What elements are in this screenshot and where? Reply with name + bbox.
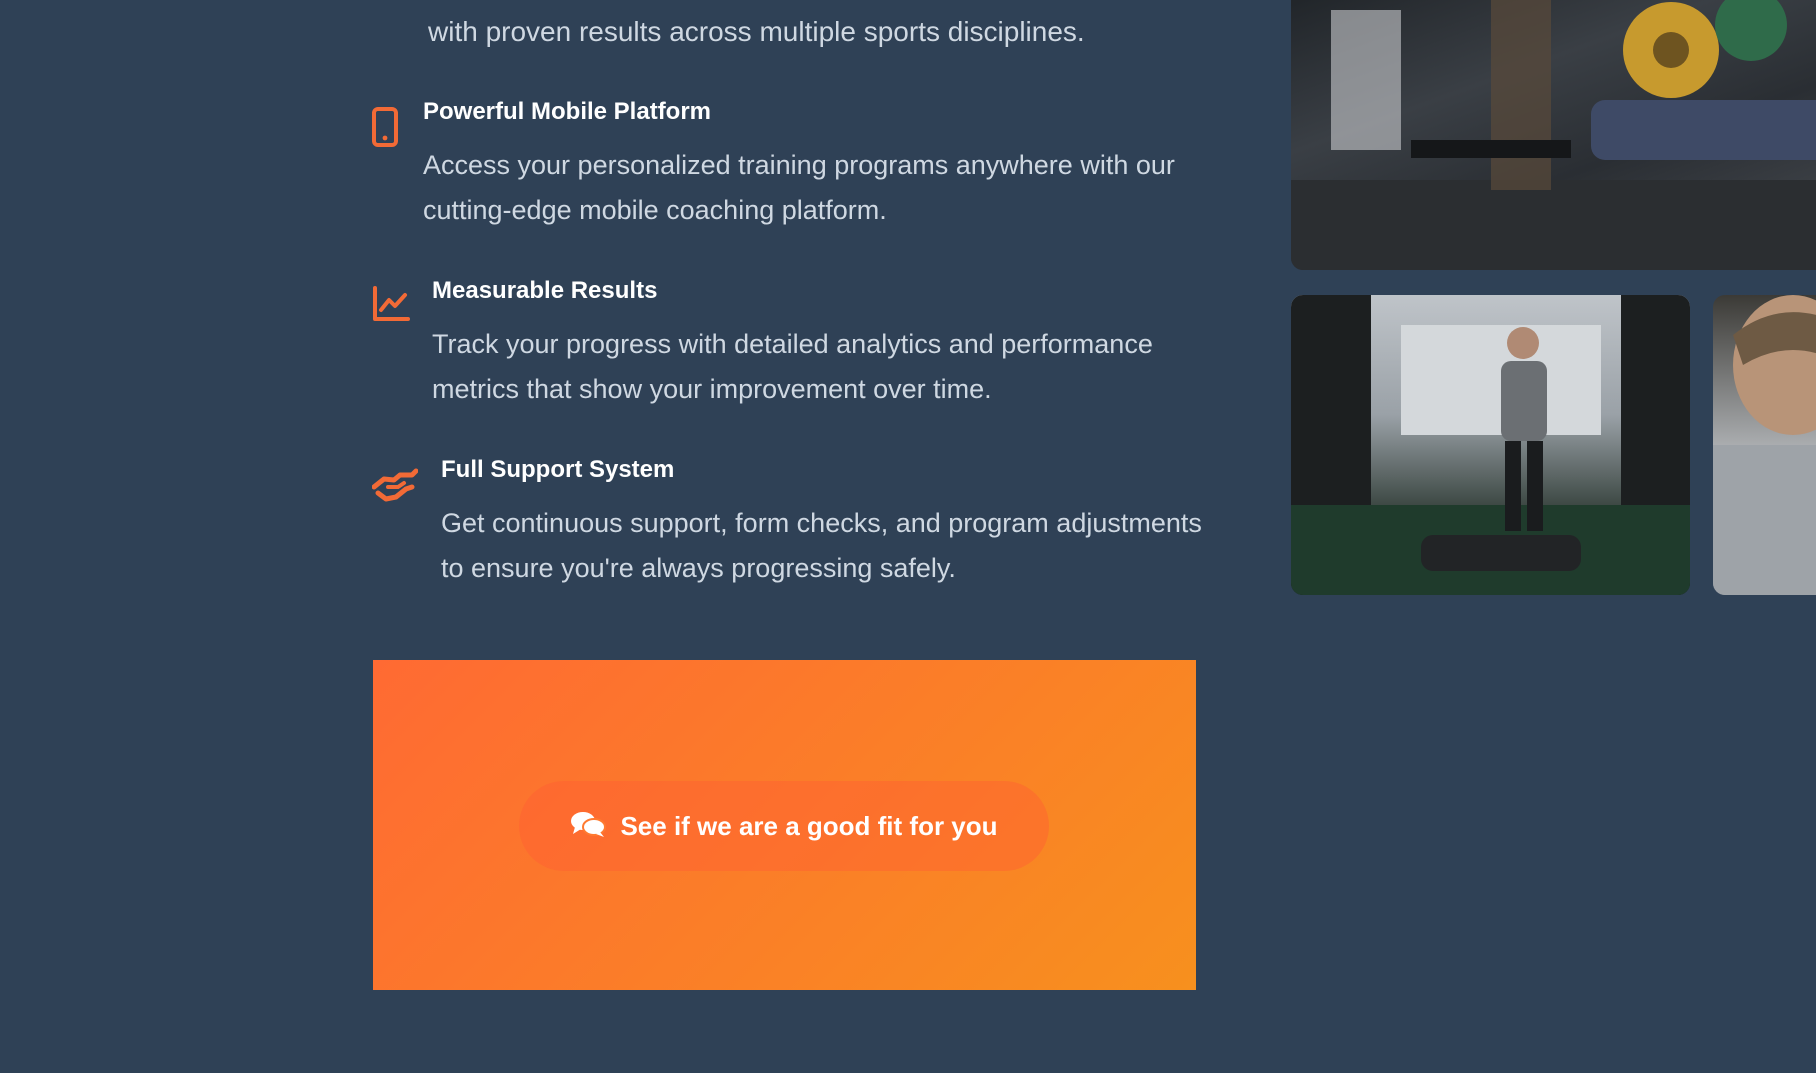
feature-full-support: Full Support System Get continuous suppo… bbox=[371, 455, 1212, 595]
feature-title: Powerful Mobile Platform bbox=[423, 98, 712, 125]
gym-photo-athlete-closeup bbox=[1713, 295, 1816, 595]
feature-title: Full Support System bbox=[441, 456, 675, 483]
gym-photo-coach-standing bbox=[1291, 295, 1690, 595]
handshake-icon bbox=[371, 465, 419, 510]
feature-mobile-platform: Powerful Mobile Platform Access your per… bbox=[372, 97, 1212, 237]
feature-description: Get continuous support, form checks, and… bbox=[441, 508, 1202, 583]
intro-text: with proven results across multiple spor… bbox=[428, 16, 1085, 47]
feature-measurable-results: Measurable Results Track your progress w… bbox=[372, 276, 1212, 416]
feature-title: Measurable Results bbox=[432, 277, 658, 304]
feature-description: Access your personalized training progra… bbox=[423, 150, 1175, 225]
feature-description: Track your progress with detailed analyt… bbox=[432, 329, 1153, 404]
smartphone-icon bbox=[372, 107, 398, 152]
chat-bubbles-icon bbox=[570, 810, 607, 843]
gym-photo-bench-press bbox=[1291, 0, 1816, 270]
cta-label: See if we are a good fit for you bbox=[620, 810, 998, 841]
page: with proven results across multiple spor… bbox=[0, 0, 1816, 1073]
line-chart-icon bbox=[372, 286, 410, 327]
good-fit-button[interactable]: See if we are a good fit for you bbox=[519, 781, 1049, 871]
cta-panel: See if we are a good fit for you bbox=[373, 660, 1196, 990]
